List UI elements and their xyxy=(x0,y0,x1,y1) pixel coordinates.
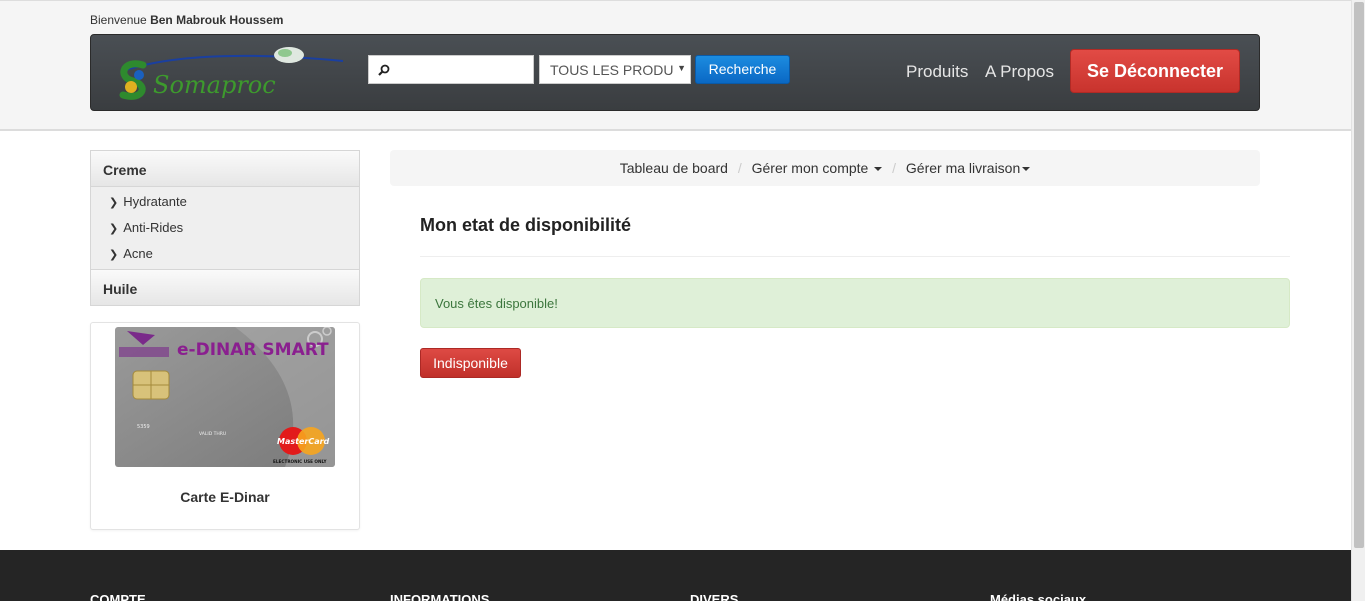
user-name: Ben Mabrouk Houssem xyxy=(150,13,284,27)
breadcrumb-account-label: Gérer mon compte xyxy=(751,160,869,176)
chevron-right-icon: ❯ xyxy=(109,249,119,261)
somaproc-logo[interactable]: Somaproc xyxy=(113,43,349,103)
welcome-prefix: Bienvenue xyxy=(90,13,147,27)
subcategory-label: Hydratante xyxy=(123,194,187,209)
mastercard-logo-text: MasterCard xyxy=(277,437,330,446)
card-number-text: 5359 xyxy=(137,424,150,430)
logout-button[interactable]: Se Déconnecter xyxy=(1070,49,1240,93)
footer-heading-divers: DIVERS xyxy=(690,592,739,601)
breadcrumb-separator: / xyxy=(892,160,896,176)
navbar: Somaproc TOUS LES PRODU ▼ Recherche Prod… xyxy=(90,34,1260,111)
breadcrumb-separator: / xyxy=(737,160,742,176)
nav-produits[interactable]: Produits xyxy=(906,62,968,82)
caret-down-icon xyxy=(1022,167,1031,172)
availability-alert: Vous êtes disponible! xyxy=(420,278,1290,328)
breadcrumb-account-dropdown[interactable]: Gérer mon compte xyxy=(752,160,883,176)
footer-heading-medias: Médias sociaux xyxy=(990,592,1087,601)
sidebar: Creme ❯ Hydratante ❯ Anti-Rides ❯ Acne Huil… xyxy=(90,150,360,306)
breadcrumb-dashboard[interactable]: Tableau de board xyxy=(620,160,728,176)
subcategory-anti-rides[interactable]: ❯ Anti-Rides xyxy=(91,217,359,243)
edinar-card-image[interactable]: e-DINAR SMART 5359 VALID THRU MasterCard… xyxy=(115,327,335,467)
subcategory-acne[interactable]: ❯ Acne xyxy=(91,243,359,269)
caret-down-icon xyxy=(874,167,883,172)
breadcrumb-delivery-label: Gérer ma livraison xyxy=(905,160,1021,176)
subcategory-label: Anti-Rides xyxy=(123,220,184,235)
search-input[interactable] xyxy=(368,55,534,84)
select-arrow-icon: ▼ xyxy=(674,63,686,73)
footer: COMPTE INFORMATIONS DIVERS Médias sociau… xyxy=(0,550,1351,601)
breadcrumb: Tableau de board / Gérer mon compte / Gé… xyxy=(390,150,1260,186)
category-creme-list: ❯ Hydratante ❯ Anti-Rides ❯ Acne xyxy=(90,187,360,269)
category-creme[interactable]: Creme xyxy=(90,150,360,187)
header-band: Bienvenue Ben Mabrouk Houssem Somaproc T… xyxy=(0,0,1351,131)
unavailable-button[interactable]: Indisponible xyxy=(420,348,521,378)
footer-heading-informations: INFORMATIONS xyxy=(390,592,490,601)
page-title: Mon etat de disponibilité xyxy=(420,215,631,235)
logo-text: Somaproc xyxy=(153,71,276,99)
footer-heading-compte: COMPTE xyxy=(90,592,146,601)
card-valid-text: VALID THRU xyxy=(199,431,226,437)
edinar-card-box: e-DINAR SMART 5359 VALID THRU MasterCard… xyxy=(90,322,360,530)
search-button[interactable]: Recherche xyxy=(695,55,790,84)
welcome-text: Bienvenue Ben Mabrouk Houssem xyxy=(90,13,283,27)
chevron-right-icon: ❯ xyxy=(109,197,119,209)
category-huile[interactable]: Huile xyxy=(90,269,360,306)
scrollbar-thumb[interactable] xyxy=(1354,2,1364,548)
vertical-scrollbar[interactable] xyxy=(1351,0,1365,601)
search-icon xyxy=(378,64,390,76)
breadcrumb-delivery-dropdown[interactable]: Gérer ma livraison xyxy=(905,160,1031,176)
card-brand-text: e-DINAR SMART xyxy=(177,340,329,360)
chevron-right-icon: ❯ xyxy=(109,223,119,235)
card-electronic-text: ELECTRONIC USE ONLY xyxy=(273,459,328,464)
divider xyxy=(420,256,1290,257)
category-select[interactable]: TOUS LES PRODU ▼ xyxy=(539,55,691,84)
category-select-value: TOUS LES PRODU xyxy=(550,62,674,78)
nav-apropos[interactable]: A Propos xyxy=(985,62,1054,82)
subcategory-label: Acne xyxy=(123,246,153,261)
subcategory-hydratante[interactable]: ❯ Hydratante xyxy=(91,191,359,217)
card-caption[interactable]: Carte E-Dinar xyxy=(91,489,359,505)
